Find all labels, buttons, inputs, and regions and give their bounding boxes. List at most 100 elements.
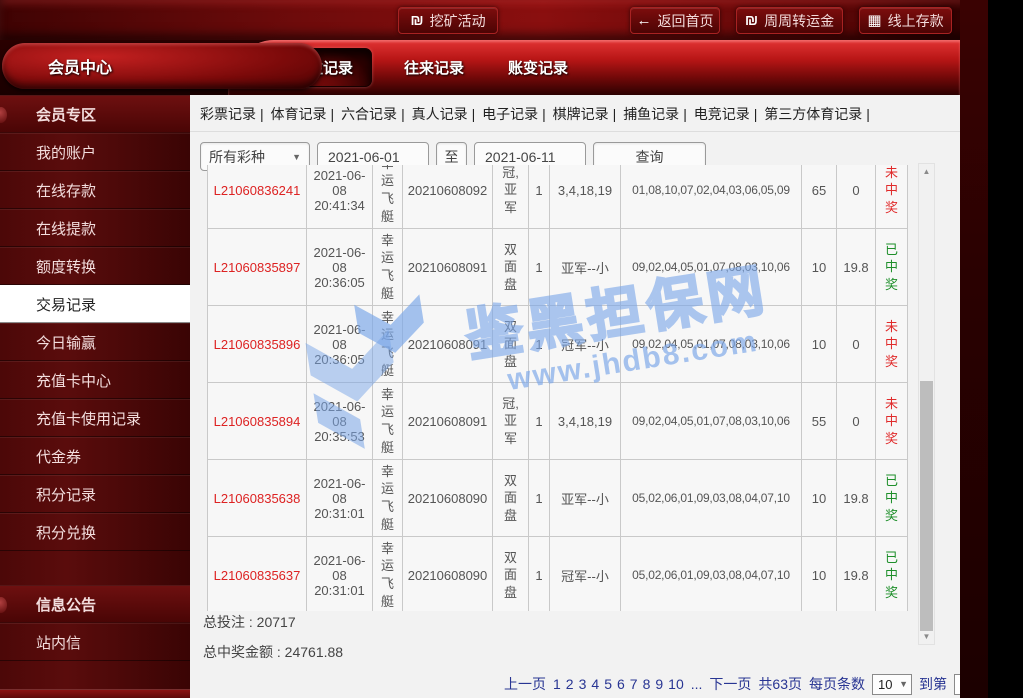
draw-result: 09,02,04,05,01,07,08,03,10,06 [621,383,802,460]
per-page-select[interactable]: 10 ▼ [872,674,912,695]
total-bet-value: 20717 [257,614,296,630]
page-link-3[interactable]: 3 [579,676,587,692]
sidebar-item-label: 积分记录 [36,484,96,505]
sidebar-item-announcements[interactable]: 信息公告 [0,585,190,623]
sidebar-item-site-mail[interactable]: 站内信 [0,623,190,661]
period-number: 20210608092 [403,165,493,229]
bet-content: 3,4,18,19 [550,383,621,460]
tab-transfer-records[interactable]: 往来记录 [404,57,464,78]
link-board-records[interactable]: 棋牌记录 [553,106,609,122]
bullet-icon [0,107,7,123]
order-id-link[interactable]: L21060835638 [214,491,301,506]
sidebar-item-label: 充值卡中心 [36,370,111,391]
sidebar-item-recharge-card-center[interactable]: 充值卡中心 [0,361,190,399]
page-link-10[interactable]: 10 [668,676,684,692]
main-content: 彩票记录| 体育记录| 六合记录| 真人记录| 电子记录| 棋牌记录| 捕鱼记录… [190,95,960,698]
total-bet-label: 总投注 [203,614,245,630]
period-number: 20210608091 [403,306,493,383]
separator: | [542,106,546,122]
link-esports-records[interactable]: 电竞记录 [694,106,750,122]
sidebar-item-label: 代金券 [36,446,81,467]
page-link-2[interactable]: 2 [566,676,574,692]
sidebar-item-online-deposit[interactable]: 在线存款 [0,171,190,209]
order-id-link[interactable]: L21060836241 [214,183,301,198]
link-live-records[interactable]: 真人记录 [412,106,468,122]
game-type: 幸运飞艇 [378,165,398,225]
game-type: 幸运飞艇 [378,463,398,533]
sidebar-item-member-zone[interactable]: 会员专区 [0,95,190,133]
table-row: L21060835637 2021-06-08 20:31:01 幸运飞艇 20… [208,537,908,612]
play-type: 冠,亚军 [501,165,521,216]
page-number-links: 1 2 3 4 5 6 7 8 9 10 [553,676,684,692]
prev-page-link[interactable]: 上一页 [504,674,546,694]
link-lottery-records[interactable]: 彩票记录 [200,106,256,122]
link-thirdparty-sports-records[interactable]: 第三方体育记录 [764,106,862,122]
record-type-links: 彩票记录| 体育记录| 六合记录| 真人记录| 电子记录| 棋牌记录| 捕鱼记录… [190,95,960,132]
link-liuhe-records[interactable]: 六合记录 [341,106,397,122]
status-badge: 未中奖 [882,318,902,371]
weekly-bonus-button[interactable]: ₪ 周周转运金 [736,7,843,34]
link-egame-records[interactable]: 电子记录 [482,106,538,122]
link-fishing-records[interactable]: 捕鱼记录 [623,106,679,122]
page-link-6[interactable]: 6 [617,676,625,692]
sidebar-item-recharge-card-usage[interactable]: 充值卡使用记录 [0,399,190,437]
bet-count: 1 [529,460,550,537]
sidebar-item-transaction-records[interactable]: 交易记录 [0,285,191,323]
play-type: 双面盘 [501,241,521,294]
bet-amount: 10 [802,460,837,537]
next-page-link[interactable]: 下一页 [709,674,751,694]
separator: | [754,106,758,122]
sidebar-item-voucher[interactable]: 代金券 [0,437,190,475]
sidebar-item-my-account[interactable]: 我的账户 [0,133,190,171]
bet-time: 2021-06-08 20:31:01 [307,537,373,612]
order-id-link[interactable]: L21060835637 [214,568,301,583]
mining-activity-button[interactable]: ₪ 挖矿活动 [398,7,498,34]
page-link-8[interactable]: 8 [643,676,651,692]
dropdown-arrow-icon: ▼ [292,152,301,162]
scrollbar-thumb[interactable] [920,381,933,631]
sidebar-item-label: 在线提款 [36,218,96,239]
win-amount: 19.8 [837,460,876,537]
online-deposit-button[interactable]: ▦ 线上存款 [859,7,952,34]
sidebar-item-points-exchange[interactable]: 积分兑换 [0,513,190,551]
table-row: L21060835894 2021-06-08 20:35:53 幸运飞艇 20… [208,383,908,460]
total-pages-label: 共63页 [758,674,802,694]
status-badge: 已中奖 [882,472,902,525]
draw-result: 09,02,04,05,01,07,08,03,10,06 [621,229,802,306]
page-link-4[interactable]: 4 [591,676,599,692]
scroll-up-icon[interactable]: ▲ [919,167,934,176]
sidebar-item-today-winloss[interactable]: 今日输赢 [0,323,190,361]
game-type: 幸运飞艇 [378,232,398,302]
play-type: 双面盘 [501,318,521,371]
page-link-1[interactable]: 1 [553,676,561,692]
sidebar-item-points-records[interactable]: 积分记录 [0,475,190,513]
page-link-9[interactable]: 9 [655,676,663,692]
bank-card-icon: ▦ [867,13,881,28]
bet-content: 亚军--小 [550,229,621,306]
sidebar: 会员专区 我的账户 在线存款 在线提款 额度转换 交易记录 今日输赢 充值卡中心… [0,95,190,698]
draw-result: 01,08,10,07,02,04,03,06,05,09 [621,165,802,229]
link-sports-records[interactable]: 体育记录 [271,106,327,122]
tab-balance-records[interactable]: 账变记录 [508,57,568,78]
bet-time: 2021-06-08 20:35:53 [307,383,373,460]
table-scrollbar[interactable]: ▲ ▼ [918,163,935,645]
member-center-capsule: 会员中心 [2,43,322,89]
bet-content: 冠军--小 [550,306,621,383]
total-win-value: 24761.88 [285,644,343,660]
win-amount: 19.8 [837,537,876,612]
sidebar-item-quota-transfer[interactable]: 额度转换 [0,247,190,285]
order-id-link[interactable]: L21060835894 [214,414,301,429]
order-id-link[interactable]: L21060835896 [214,337,301,352]
online-deposit-label: 线上存款 [888,11,944,31]
sidebar-item-label: 我的账户 [36,142,96,163]
win-amount: 19.8 [837,229,876,306]
page-link-5[interactable]: 5 [604,676,612,692]
scroll-down-icon[interactable]: ▼ [919,632,934,641]
total-win-label: 总中奖金额 [203,644,273,660]
sidebar-item-online-withdraw[interactable]: 在线提款 [0,209,190,247]
back-home-button[interactable]: ← 返回首页 [630,7,720,34]
bet-count: 1 [529,383,550,460]
page-link-7[interactable]: 7 [630,676,638,692]
sidebar-item-label: 交易记录 [36,294,96,315]
order-id-link[interactable]: L21060835897 [214,260,301,275]
